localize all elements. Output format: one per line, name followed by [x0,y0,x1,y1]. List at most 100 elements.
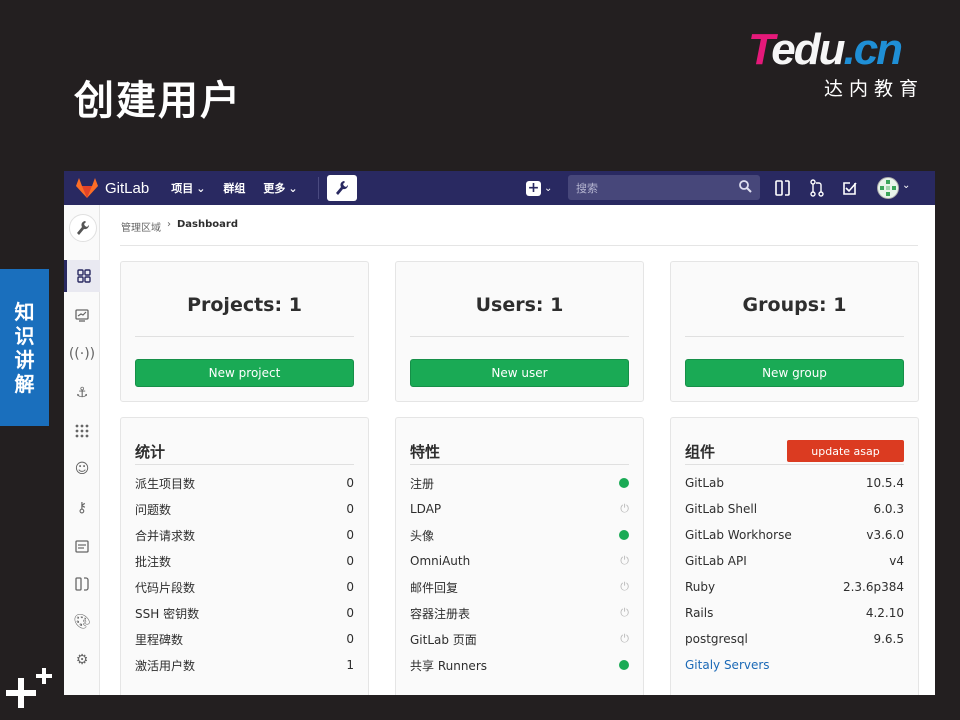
projects-card: Projects: 1 New project [120,261,369,402]
power-off-icon: ⏻ [620,632,629,645]
new-project-button[interactable]: New project [135,359,354,387]
power-off-icon: ⏻ [620,580,629,593]
status-enabled-icon [619,478,629,488]
users-card: Users: 1 New user [395,261,644,402]
apps-grid-icon [75,424,89,438]
labels-icon [75,577,89,591]
list-item: 激活用户数 1 [135,658,354,673]
list-item: 容器注册表 ⏻ [410,606,629,621]
list-item: 问题数 0 [135,502,354,517]
new-group-button[interactable]: New group [685,359,904,387]
features-title: 特性 [410,443,441,461]
new-dropdown[interactable]: + ⌄ [526,171,552,205]
breadcrumb-admin-area[interactable]: 管理区域 [121,219,161,234]
features-card: 特性 注册 LDAP ⏻ 头像 OmniAuth ⏻ 邮件回复 ⏻ 容器注册表 ⏻ Gi… [395,417,644,695]
list-item: GitLab Shell 6.0.3 [685,502,904,516]
slide-title: 创建用户 [74,78,242,124]
user-avatar[interactable] [877,177,899,199]
chevron-down-icon: ⌄ [288,181,298,195]
list-item: GitLab 10.5.4 [685,476,904,490]
top-navbar: GitLab 项目 ⌄ 群组 更多 ⌄ + ⌄ 搜索 ⌄ [64,171,935,205]
sidebar-item-abuse-reports[interactable]: ☺ [64,453,100,485]
users-count: Users: 1 [475,294,564,316]
list-item: LDAP ⏻ [410,502,629,516]
list-item: 派生项目数 0 [135,476,354,491]
list-item: 注册 [410,474,629,492]
search-input[interactable]: 搜索 [568,175,760,200]
gitlab-brand[interactable]: GitLab [105,180,149,197]
sidebar-item-system-hooks[interactable]: ⚓ [64,377,100,409]
list-item: SSH 密钥数 0 [135,606,354,621]
chevron-down-icon: ⌄ [544,182,553,194]
update-asap-badge[interactable]: update asap [787,440,904,462]
list-item: 批注数 0 [135,554,354,569]
list-item: Ruby 2.3.6p384 [685,580,904,594]
list-item: GitLab Workhorse v3.6.0 [685,528,904,542]
nav-divider [317,177,319,199]
power-off-icon: ⏻ [620,606,629,619]
chevron-down-icon: ⌄ [196,181,206,195]
todos-icon[interactable] [842,179,858,197]
admin-area-button[interactable] [326,175,357,201]
side-tab: 知 识 讲 解 [0,269,49,426]
sidebar-admin-wrench[interactable] [69,214,97,242]
grid-icon [76,269,91,283]
tedu-logo: Tedu.cn 达内教育 [748,25,924,101]
sidebar-item-monitoring[interactable] [64,299,100,331]
palette-icon: 🎨︎ [73,614,91,630]
list-item: postgresql 9.6.5 [685,632,904,646]
breadcrumb-current[interactable]: Dashboard [177,219,238,234]
wrench-icon [335,181,348,195]
issues-icon[interactable] [775,179,791,197]
sidebar-item-messages[interactable]: ((·)) [64,338,100,370]
list-item: Rails 4.2.10 [685,606,904,620]
sidebar-item-applications[interactable] [64,415,100,447]
sidebar-item-overview[interactable] [64,260,100,292]
logo-subtitle: 达内教育 [823,78,924,100]
list-item: 共享 Runners [410,656,629,674]
chevron-down-icon: ⌄ [902,180,911,191]
stats-title: 统计 [135,443,166,461]
sidebar-item-settings[interactable]: ⚙ [64,644,100,676]
list-item: 头像 [410,526,629,544]
search-icon [739,180,752,193]
breadcrumb: 管理区域 › Dashboard [121,219,238,234]
sidebar-item-appearance[interactable]: 🎨︎ [64,606,100,638]
template-icon [75,539,89,553]
gitlab-tanuki-icon[interactable] [76,178,98,198]
components-card: 组件 update asap GitLab 10.5.4 GitLab Shell… [670,417,919,695]
chevron-right-icon: › [167,219,171,230]
sidebar-item-service-templates[interactable] [64,530,100,562]
list-item: OmniAuth ⏻ [410,554,629,568]
status-enabled-icon [619,660,629,670]
new-user-button[interactable]: New user [410,359,629,387]
sidebar-item-deploy-keys[interactable]: ⚷ [64,492,100,524]
gear-icon: ⚙ [75,652,89,668]
sidebar-item-labels[interactable] [64,568,100,600]
anchor-icon: ⚓ [75,385,89,401]
merge-requests-icon[interactable] [809,179,825,197]
list-item: 合并请求数 0 [135,528,354,543]
list-item: 代码片段数 0 [135,580,354,595]
broadcast-icon: ((·)) [68,346,96,362]
nav-projects[interactable]: 项目 ⌄ [171,180,205,196]
nav-more[interactable]: 更多 ⌄ [263,180,297,196]
list-item: Gitaly Servers [685,656,904,674]
status-enabled-icon [619,530,629,540]
admin-sidebar: ((·)) ⚓ ☺ ⚷ 🎨︎ ⚙ [64,205,100,695]
list-item: GitLab API v4 [685,554,904,568]
wrench-icon [77,221,90,235]
smiley-icon: ☺ [74,461,90,477]
components-title: 组件 [685,443,716,461]
groups-card: Groups: 1 New group [670,261,919,402]
power-off-icon: ⏻ [620,502,629,515]
power-off-icon: ⏻ [620,554,629,567]
key-icon: ⚷ [76,500,88,516]
list-item: 邮件回复 ⏻ [410,580,629,595]
plus-icon: + [526,180,541,196]
list-item: GitLab 页面 ⏻ [410,632,629,647]
gitlab-window: GitLab 项目 ⌄ 群组 更多 ⌄ + ⌄ 搜索 ⌄ ((·)) ⚓ ☺ ⚷… [64,171,935,695]
gitaly-servers-link[interactable]: Gitaly Servers [685,658,770,672]
nav-groups[interactable]: 群组 [223,180,245,196]
stats-card: 统计 派生项目数 0 问题数 0 合并请求数 0 批注数 0 代码片段数 0 SSH 密钥… [120,417,369,695]
